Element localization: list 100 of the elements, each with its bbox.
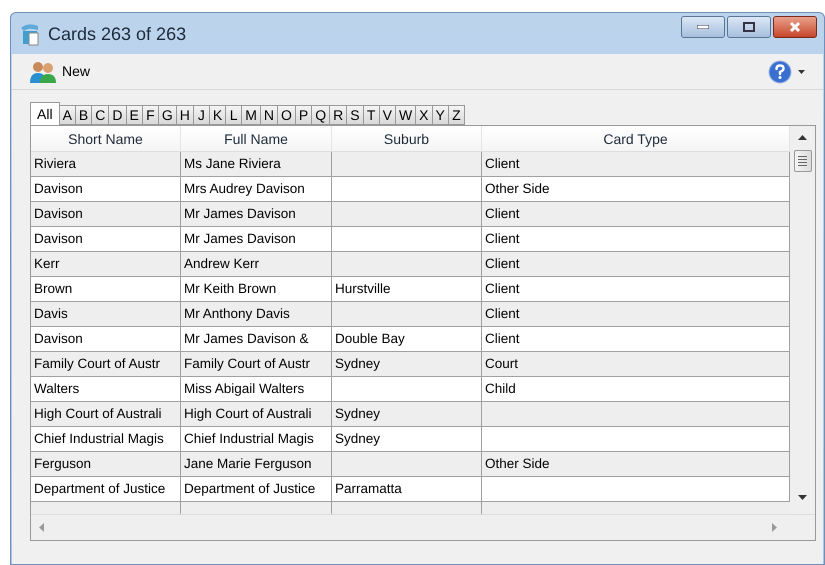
minimize-button[interactable] — [681, 16, 725, 38]
table-cell-text: Kerr — [34, 254, 60, 273]
table-cell-text: Mr Keith Brown — [184, 280, 276, 298]
table-cell-text: Ferguson — [34, 454, 92, 473]
scroll-down-icon — [798, 495, 807, 500]
column-header[interactable]: Short Name — [31, 126, 181, 151]
table-cell-text: Mrs Audrey Davison — [184, 180, 305, 198]
restore-button[interactable] — [727, 16, 771, 38]
table-cell-text: Brown — [34, 280, 72, 298]
letter-tab[interactable]: F — [142, 105, 159, 125]
column-header[interactable]: Suburb — [332, 126, 482, 151]
close-icon — [789, 21, 801, 33]
table-row[interactable]: Chief Industrial Magis Chief Industrial Magis Sydney — [31, 427, 790, 452]
people-icon — [30, 60, 56, 82]
table-cell-text: Davis — [34, 304, 68, 323]
table-cell-text: Client — [485, 330, 520, 348]
window-title: Cards 263 of 263 — [48, 22, 186, 46]
table-cell-text: Hurstville — [335, 280, 391, 298]
letter-tab[interactable]: V — [378, 105, 396, 125]
table-cell-text: Family Court of Austr — [184, 354, 310, 373]
table-cell-text: Davison — [34, 230, 83, 248]
letter-tab[interactable]: T — [362, 105, 380, 125]
letter-tab[interactable]: D — [108, 105, 126, 125]
table-cell-text: Andrew Kerr — [184, 254, 260, 273]
table-cell-text: Davison — [34, 330, 83, 348]
scroll-right-icon — [772, 523, 777, 532]
table-cell-text: Child — [485, 380, 516, 398]
close-button[interactable] — [773, 16, 817, 38]
table-row[interactable]: Davison Mr James Davison & Double Bay Client — [31, 327, 790, 352]
table-cell-text: Mr James Davison — [184, 230, 296, 248]
letter-tab[interactable]: All — [30, 102, 60, 125]
table-row[interactable]: Davison Mr James Davison Client — [31, 227, 790, 252]
table-row[interactable]: Family Court of Austr Family Court of Austr Sydney Court — [31, 352, 790, 377]
restore-icon — [743, 22, 755, 32]
table-cell-text: Client — [485, 254, 520, 273]
table-cell-text: Mr James Davison — [184, 204, 296, 223]
letter-tab[interactable]: H — [176, 105, 194, 125]
table-cell-text: Chief Industrial Magis — [34, 430, 164, 448]
table-cell-text: Miss Abigail Walters — [184, 380, 304, 398]
new-button[interactable]: New — [30, 60, 90, 82]
table-cell-text: Mr Anthony Davis — [184, 304, 290, 323]
table-row[interactable]: Riviera Ms Jane Riviera Client — [31, 152, 790, 177]
scrollbar-thumb[interactable] — [794, 150, 812, 172]
table-cell-text: Family Court of Austr — [34, 354, 160, 373]
table-cell-text: Other Side — [485, 180, 550, 198]
table-cell-text: Client — [485, 280, 520, 298]
vertical-scrollbar[interactable] — [790, 126, 815, 514]
table-cell-text: Department of Justice — [34, 480, 166, 498]
table-cell-text: Riviera — [34, 154, 76, 173]
table-cell-text: Chief Industrial Magis — [184, 430, 314, 448]
table-cell-text: Client — [485, 204, 520, 223]
letter-tab[interactable]: Q — [311, 105, 330, 125]
letter-tab[interactable]: W — [394, 105, 416, 125]
table-row[interactable]: Kerr Andrew Kerr Client — [31, 252, 790, 277]
table-row[interactable]: Davison Mrs Audrey Davison Other Side — [31, 177, 790, 202]
scroll-up-icon — [798, 135, 807, 140]
table-cell-text: Client — [485, 304, 520, 323]
table-cell-text: Sydney — [335, 404, 380, 423]
table-cell-text: Sydney — [335, 354, 380, 373]
letter-tab[interactable]: O — [277, 105, 296, 125]
column-header[interactable]: Card Type — [482, 126, 790, 151]
letter-tab[interactable]: M — [241, 105, 261, 125]
letter-tab[interactable]: G — [158, 105, 177, 125]
table-cell-text: Client — [485, 154, 520, 173]
table-row[interactable]: Walters Miss Abigail Walters Child — [31, 377, 790, 402]
help-button[interactable] — [768, 60, 805, 84]
scroll-left-icon — [39, 523, 44, 532]
table-row[interactable]: Department of Justice Department of Justice Parramatta — [31, 477, 790, 502]
table-cell-text: High Court of Australi — [34, 404, 162, 423]
table-cell-text: Davison — [34, 180, 83, 198]
table-cell-text: Double Bay — [335, 330, 405, 348]
table-row[interactable]: High Court of Australi High Court of Australi Sydney — [31, 402, 790, 427]
table-cell-text: Client — [485, 230, 520, 248]
table-cell-text: Other Side — [485, 454, 550, 473]
table-row[interactable]: Davison Mr James Davison Client — [31, 202, 790, 227]
letter-tab[interactable]: Y — [432, 105, 449, 125]
table-row[interactable]: Ferguson Jane Marie Ferguson Other Side — [31, 452, 790, 477]
table-cell-text: Court — [485, 354, 518, 373]
table-cell-text: Ms Jane Riviera — [184, 154, 281, 173]
letter-tab[interactable]: R — [329, 105, 348, 125]
letter-tab[interactable]: J — [192, 105, 210, 125]
table-row[interactable]: Davis Mr Anthony Davis Client — [31, 302, 790, 327]
table-row[interactable]: Brown Mr Keith Brown Hurstville Client — [31, 277, 790, 302]
letter-tab[interactable]: L — [225, 105, 242, 125]
letter-tab[interactable]: E — [126, 105, 143, 125]
dropdown-caret-icon — [798, 70, 805, 74]
horizontal-scrollbar[interactable] — [31, 514, 815, 540]
column-header[interactable]: Full Name — [181, 126, 332, 151]
letter-tab[interactable]: Z — [448, 105, 465, 125]
help-icon — [768, 60, 792, 84]
letter-tab[interactable]: A — [58, 105, 76, 125]
letter-tab[interactable]: S — [346, 105, 364, 125]
table-cell-text: Department of Justice — [184, 480, 316, 498]
table-cell-text: Davison — [34, 204, 83, 223]
table-cell-text: Mr James Davison & — [184, 330, 309, 348]
table-cell-text: Walters — [34, 380, 80, 398]
letter-tab[interactable]: C — [91, 105, 110, 125]
table-cell-text: Jane Marie Ferguson — [184, 454, 312, 473]
letter-tab[interactable]: X — [415, 105, 432, 125]
minimize-icon — [697, 25, 709, 29]
